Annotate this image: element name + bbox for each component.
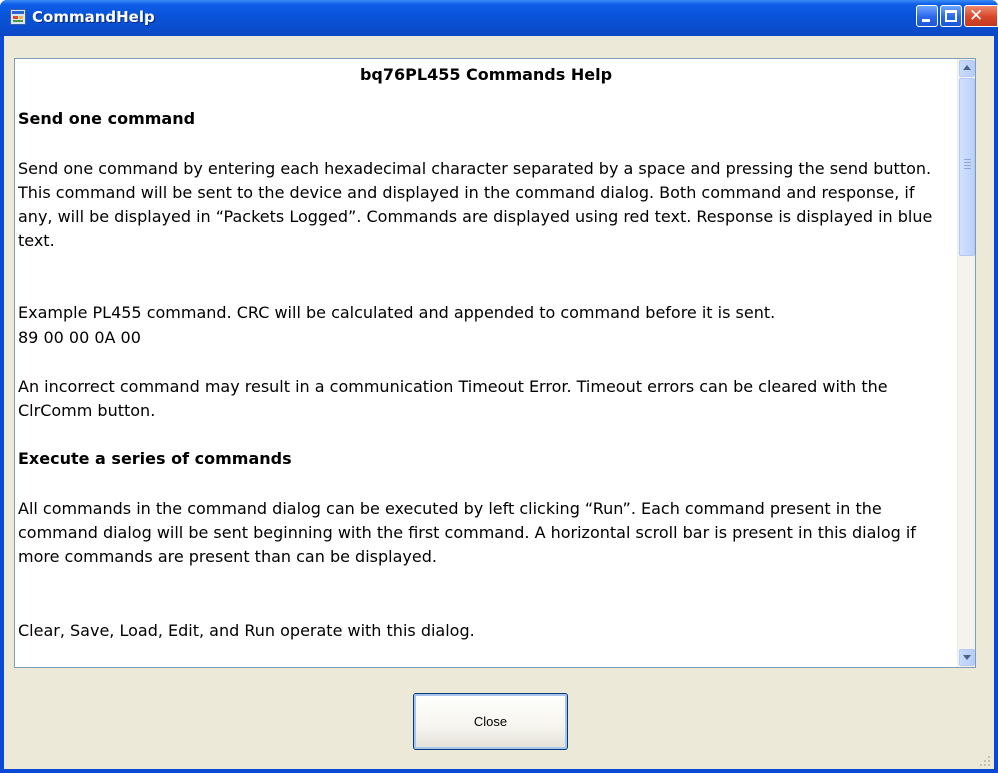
- help-document: bq76PL455 Commands Help Send one command…: [15, 59, 957, 667]
- close-icon: ✕: [969, 6, 984, 26]
- resize-grip[interactable]: [978, 754, 992, 768]
- dialog-client-area: bq76PL455 Commands Help Send one command…: [4, 36, 994, 769]
- paragraph: All commands in the command dialog can b…: [18, 499, 916, 566]
- paragraph: An incorrect command may result in a com…: [18, 377, 888, 420]
- maximize-button[interactable]: [940, 5, 962, 27]
- scroll-up-button[interactable]: [959, 60, 975, 77]
- paragraph: Clear, Save, Load, Edit, and Run operate…: [18, 621, 475, 640]
- document-heading: bq76PL455 Commands Help: [359, 65, 613, 84]
- help-text-box[interactable]: bq76PL455 Commands Help Send one command…: [14, 58, 976, 668]
- app-window-icon[interactable]: [10, 9, 26, 25]
- scroll-down-button[interactable]: [959, 649, 975, 666]
- window-title: CommandHelp: [32, 8, 155, 26]
- scrollbar-thumb[interactable]: [959, 78, 975, 256]
- chevron-down-icon: [963, 655, 971, 660]
- chevron-up-icon: [963, 65, 971, 70]
- close-button[interactable]: Close: [413, 693, 568, 750]
- title-bar[interactable]: CommandHelp ✕: [0, 0, 998, 36]
- example-command: 89 00 00 0A 00: [18, 328, 141, 347]
- command-help-window: CommandHelp ✕ bq76PL455 Commands Help Se…: [0, 0, 998, 773]
- vertical-scrollbar[interactable]: [957, 59, 975, 667]
- maximize-icon: [945, 10, 957, 22]
- close-window-button[interactable]: ✕: [964, 5, 998, 27]
- section-heading: Execute a series of commands: [18, 449, 292, 468]
- minimize-icon: [922, 19, 930, 22]
- minimize-button[interactable]: [916, 5, 938, 27]
- paragraph: Example PL455 command. CRC will be calcu…: [18, 303, 776, 322]
- paragraph: Send one command by entering each hexade…: [18, 159, 933, 250]
- section-heading: Send one command: [18, 109, 196, 128]
